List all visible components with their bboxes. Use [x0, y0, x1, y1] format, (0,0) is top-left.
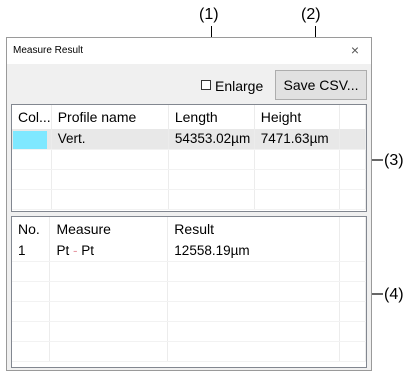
- enlarge-label[interactable]: Enlarge: [215, 78, 263, 94]
- col-header-filler: [339, 217, 366, 241]
- measure-to: Pt: [81, 243, 94, 258]
- measure-list[interactable]: No. Measure Result 1 Pt - Pt 12558.19µm: [11, 216, 367, 368]
- result-cell[interactable]: 12558.19µm: [167, 241, 341, 262]
- callout-1: (1): [199, 6, 219, 23]
- height-cell[interactable]: 7471.63µm: [254, 129, 341, 150]
- col-header-profile-name[interactable]: Profile name: [51, 105, 169, 129]
- profile-table: Col... Profile name Length Height Vert. …: [12, 105, 366, 210]
- save-csv-button[interactable]: Save CSV...: [275, 70, 367, 100]
- empty-row: [12, 281, 366, 302]
- empty-row: [12, 301, 366, 322]
- callout-3: (3): [384, 152, 404, 169]
- enlarge-checkbox[interactable]: [201, 80, 211, 90]
- col-header-filler: [339, 105, 366, 129]
- col-header-length[interactable]: Length: [168, 105, 255, 129]
- table-row[interactable]: Vert. 54353.02µm 7471.63µm: [12, 129, 366, 150]
- empty-row: [12, 149, 366, 170]
- no-cell[interactable]: 1: [12, 241, 51, 262]
- title-bar: Measure Result ×: [7, 38, 371, 64]
- measure-separator: -: [69, 243, 82, 258]
- col-header-no[interactable]: No.: [12, 217, 51, 241]
- empty-row: [12, 341, 366, 362]
- measure-header-row: No. Measure Result: [12, 217, 366, 241]
- col-header-height[interactable]: Height: [254, 105, 341, 129]
- empty-row: [12, 169, 366, 190]
- profile-list[interactable]: Col... Profile name Length Height Vert. …: [11, 104, 367, 212]
- callout-2: (2): [301, 6, 321, 23]
- col-header-measure[interactable]: Measure: [49, 217, 169, 241]
- length-cell[interactable]: 54353.02µm: [168, 129, 255, 150]
- col-header-result[interactable]: Result: [167, 217, 341, 241]
- measure-result-window: Measure Result × Enlarge Save CSV... Col…: [6, 37, 372, 371]
- measure-cell[interactable]: Pt - Pt: [49, 241, 169, 262]
- empty-row: [12, 321, 366, 342]
- profile-name-cell[interactable]: Vert.: [51, 129, 169, 150]
- callout-4: (4): [384, 286, 404, 303]
- measure-table: No. Measure Result 1 Pt - Pt 12558.19µm: [12, 217, 366, 362]
- empty-row: [12, 261, 366, 282]
- table-row[interactable]: 1 Pt - Pt 12558.19µm: [12, 241, 366, 262]
- window-title: Measure Result: [13, 45, 84, 56]
- empty-row: [12, 189, 366, 210]
- color-cell[interactable]: [12, 129, 52, 150]
- color-swatch: [13, 130, 47, 149]
- close-icon[interactable]: ×: [347, 42, 363, 58]
- col-header-color[interactable]: Col...: [12, 105, 52, 129]
- profile-header-row: Col... Profile name Length Height: [12, 105, 366, 129]
- measure-from: Pt: [56, 243, 70, 258]
